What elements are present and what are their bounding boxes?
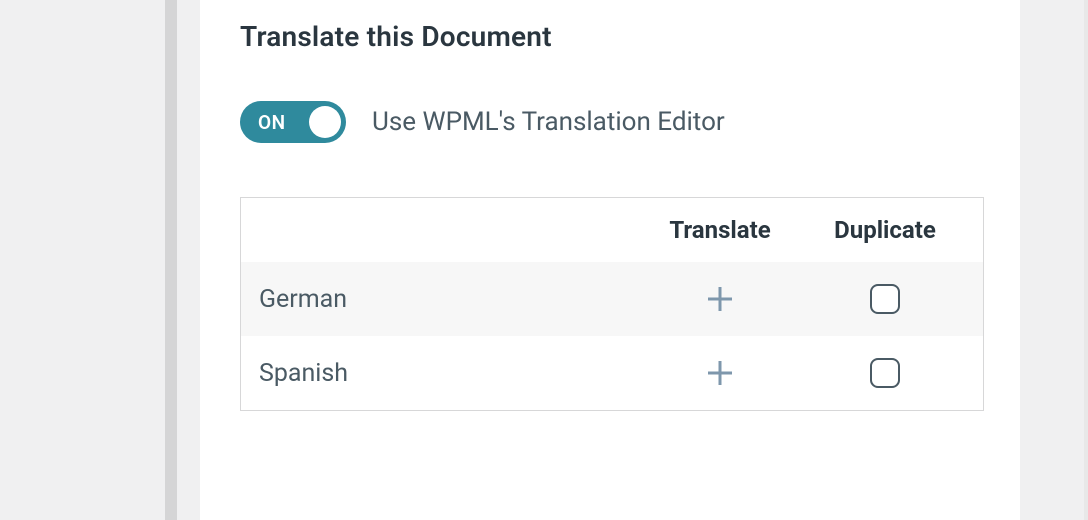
column-header-duplicate: Duplicate xyxy=(805,216,965,244)
duplicate-checkbox[interactable] xyxy=(870,284,900,314)
toggle-state-label: ON xyxy=(258,111,286,134)
panel-title: Translate this Document xyxy=(240,20,984,53)
language-cell: German xyxy=(259,285,635,314)
table-row: German xyxy=(241,262,983,336)
panel-outer-border xyxy=(165,0,177,520)
translation-editor-toggle-row: ON Use WPML's Translation Editor xyxy=(240,101,984,143)
toggle-knob-icon xyxy=(309,106,341,138)
languages-table: Translate Duplicate German Spanish xyxy=(240,197,984,411)
translation-editor-toggle[interactable]: ON xyxy=(240,101,346,143)
toggle-description: Use WPML's Translation Editor xyxy=(372,107,725,137)
duplicate-cell xyxy=(805,284,965,314)
duplicate-cell xyxy=(805,358,965,388)
column-header-translate: Translate xyxy=(635,216,805,244)
table-row: Spanish xyxy=(241,336,983,410)
add-translation-icon[interactable] xyxy=(705,358,735,388)
duplicate-checkbox[interactable] xyxy=(870,358,900,388)
translate-document-panel: Translate this Document ON Use WPML's Tr… xyxy=(200,0,1020,520)
translate-cell xyxy=(635,358,805,388)
add-translation-icon[interactable] xyxy=(705,284,735,314)
language-cell: Spanish xyxy=(259,359,635,388)
translate-cell xyxy=(635,284,805,314)
table-header-row: Translate Duplicate xyxy=(241,198,983,262)
panel-right-edge xyxy=(1084,0,1088,520)
